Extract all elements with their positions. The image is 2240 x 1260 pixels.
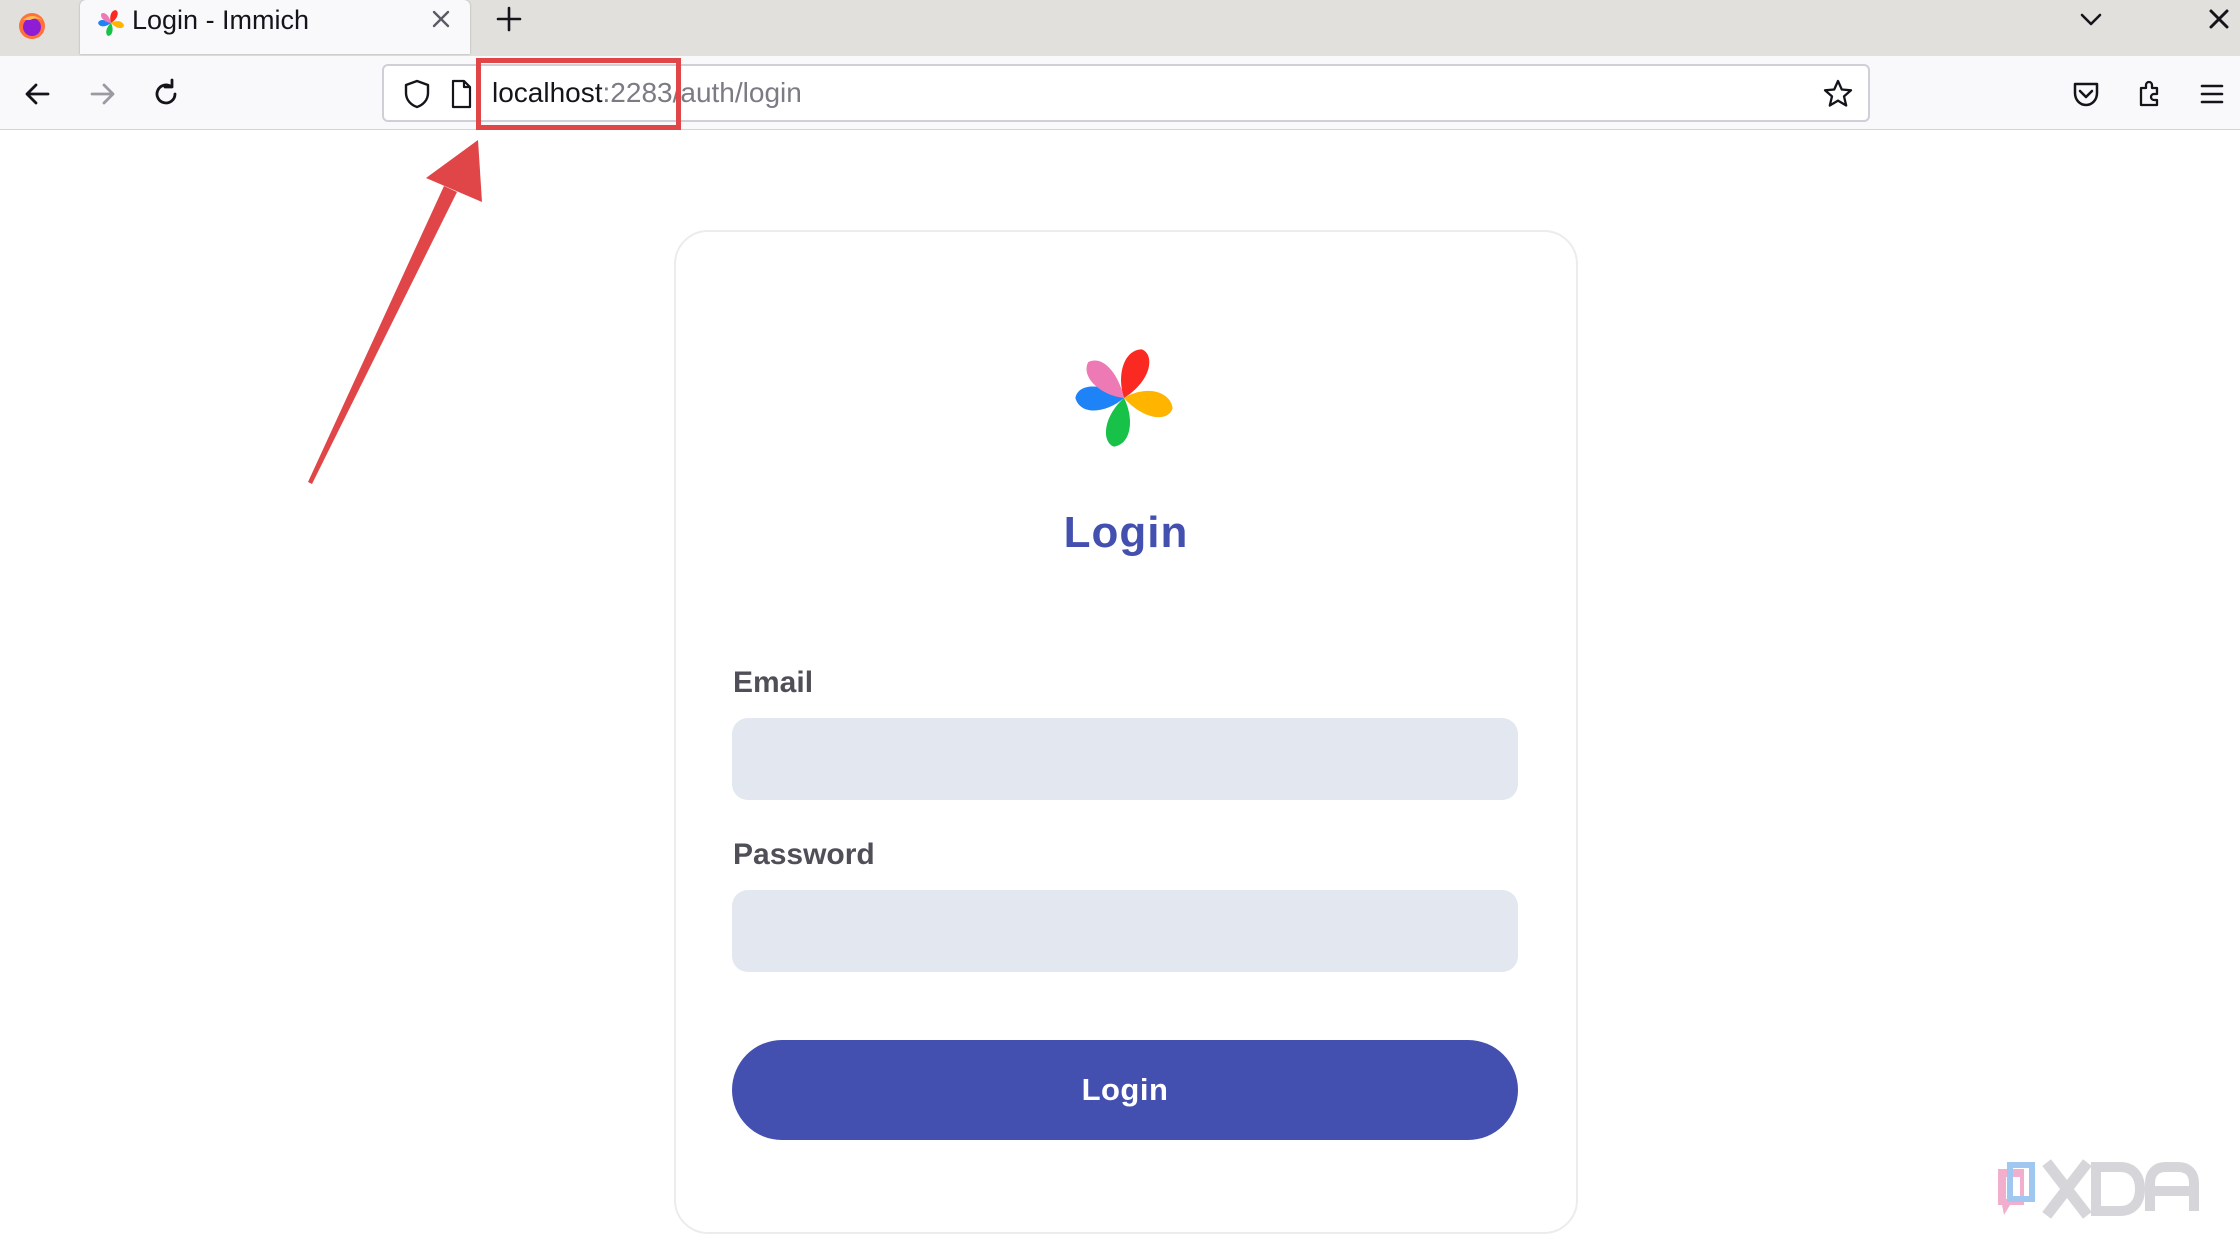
reload-icon[interactable] — [146, 74, 186, 114]
navigation-toolbar: localhost:2283/auth/login — [0, 56, 2240, 130]
pocket-icon[interactable] — [2066, 74, 2106, 114]
firefox-icon[interactable] — [12, 6, 52, 46]
password-field[interactable] — [732, 890, 1518, 972]
tab-title: Login - Immich — [132, 5, 310, 35]
immich-favicon — [98, 10, 124, 36]
window-close-icon[interactable] — [2204, 2, 2234, 36]
xda-watermark — [1998, 1159, 2199, 1219]
bookmark-star-icon[interactable] — [1820, 76, 1856, 112]
page-icon[interactable] — [446, 77, 476, 111]
immich-logo — [1075, 349, 1173, 447]
active-tab[interactable]: Login - Immich — [80, 0, 470, 54]
password-label: Password — [733, 838, 875, 871]
back-arrow-icon[interactable] — [18, 74, 58, 114]
tab-close-icon[interactable] — [426, 4, 456, 34]
annotation-highlight-box — [476, 58, 681, 130]
email-field[interactable] — [732, 718, 1518, 800]
menu-icon[interactable] — [2192, 74, 2232, 114]
tab-list-icon[interactable] — [2074, 2, 2108, 36]
url-path: /auth/login — [672, 77, 802, 108]
shield-icon[interactable] — [400, 77, 434, 111]
extensions-icon[interactable] — [2130, 74, 2170, 114]
forward-arrow-icon[interactable] — [82, 74, 122, 114]
annotation-arrow — [308, 140, 482, 484]
page-title: Login — [1063, 508, 1189, 557]
tab-strip: Login - Immich — [0, 0, 2240, 56]
email-label: Email — [733, 666, 814, 699]
new-tab-icon[interactable] — [492, 2, 526, 36]
login-button[interactable]: Login — [732, 1040, 1518, 1140]
